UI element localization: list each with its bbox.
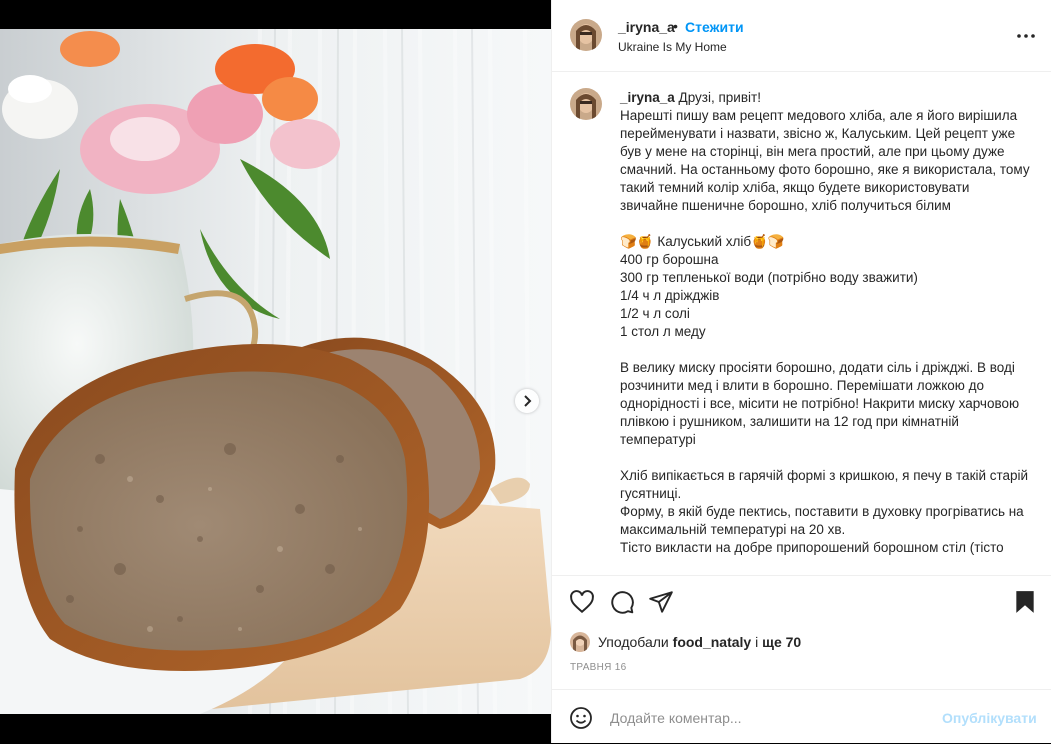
comment-button[interactable]: [609, 589, 635, 615]
share-icon: [649, 591, 673, 613]
emoji-button[interactable]: [569, 706, 593, 730]
bookmark-icon: [1016, 591, 1034, 613]
share-button[interactable]: [648, 589, 674, 615]
post-details-panel: _iryna_a • Стежити Ukraine Is My Home _i…: [551, 0, 1051, 743]
likes-count-link[interactable]: ще 70: [762, 634, 801, 650]
caption-text: _iryna_a Друзі, привіт! Нарешті пишу вам…: [620, 89, 1030, 557]
comment-input[interactable]: [608, 702, 932, 734]
follow-button[interactable]: Стежити: [685, 19, 744, 35]
emoji-icon: [570, 707, 592, 729]
caption-username[interactable]: _iryna_a: [620, 90, 675, 105]
post-author-username[interactable]: _iryna_a: [618, 19, 675, 35]
post-date[interactable]: ТРАВНЯ 16: [570, 662, 627, 673]
post-actions: [552, 575, 1051, 626]
like-button[interactable]: [569, 589, 595, 615]
more-horizontal-icon: [1017, 34, 1035, 38]
likes-summary: Уподобали food_nataly і ще 70: [570, 632, 801, 652]
more-options-button[interactable]: [1014, 26, 1038, 46]
post-location[interactable]: Ukraine Is My Home: [618, 40, 727, 54]
comment-bar: Опублікувати: [552, 689, 1051, 744]
caption-body: Друзі, привіт! Нарешті пишу вам рецепт м…: [620, 90, 1030, 555]
likes-conj: і: [755, 634, 759, 650]
caption-section: _iryna_a Друзі, привіт! Нарешті пишу вам…: [552, 72, 1051, 575]
likes-prefix: Уподобали: [598, 634, 669, 650]
liker-username[interactable]: food_nataly: [673, 634, 752, 650]
publish-button[interactable]: Опублікувати: [942, 710, 1037, 726]
heart-icon: [570, 590, 594, 614]
chevron-right-icon: [524, 395, 532, 407]
liker-avatar[interactable]: [570, 632, 590, 652]
save-button[interactable]: [1012, 589, 1038, 615]
avatar[interactable]: [570, 19, 602, 51]
caption-avatar[interactable]: [570, 88, 602, 120]
carousel-next-button[interactable]: [515, 389, 539, 413]
separator-dot: •: [673, 18, 678, 34]
post-photo[interactable]: [0, 29, 551, 714]
bread-photo-illustration: [0, 29, 551, 714]
comment-icon: [611, 591, 634, 614]
post-header: _iryna_a • Стежити Ukraine Is My Home: [552, 0, 1051, 72]
